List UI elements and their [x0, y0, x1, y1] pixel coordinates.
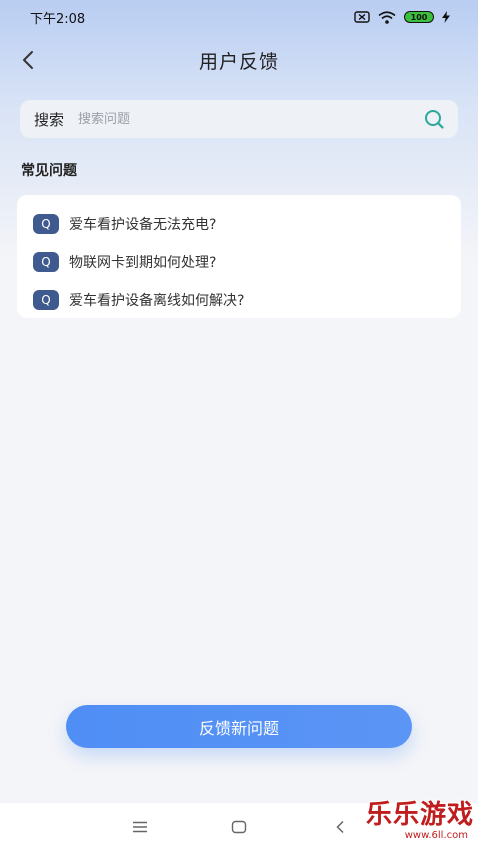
- status-icons: 100: [354, 10, 450, 24]
- faq-item[interactable]: Q 物联网卡到期如何处理?: [33, 243, 445, 281]
- watermark-text: 乐乐游戏: [365, 800, 474, 830]
- status-bar: 下午2:08 100: [0, 0, 478, 34]
- status-time: 下午2:08: [30, 11, 86, 27]
- question-badge-icon: Q: [33, 252, 59, 272]
- watermark-logo: 乐乐游戏 www.6ll.com: [356, 800, 474, 848]
- search-label: 搜索: [34, 110, 65, 129]
- chevron-left-icon: [23, 51, 33, 69]
- faq-section-title: 常见问题: [21, 163, 77, 179]
- faq-item-text: 爱车看护设备无法充电?: [69, 217, 217, 233]
- sim-off-icon: [354, 11, 370, 23]
- question-badge-icon: Q: [33, 214, 59, 234]
- faq-list: Q 爱车看护设备无法充电? Q 物联网卡到期如何处理? Q 爱车看护设备离线如何…: [17, 195, 461, 318]
- faq-item-text: 物联网卡到期如何处理?: [69, 255, 217, 271]
- nav-bar: 用户反馈: [0, 40, 478, 80]
- back-button[interactable]: [14, 46, 42, 74]
- search-input[interactable]: [78, 111, 422, 127]
- search-icon[interactable]: [422, 107, 446, 131]
- watermark-url: www.6ll.com: [404, 830, 468, 841]
- charging-icon: [442, 11, 450, 23]
- search-bar: 搜索: [20, 100, 458, 138]
- page-title: 用户反馈: [198, 50, 279, 73]
- faq-item-text: 爱车看护设备离线如何解决?: [69, 293, 245, 309]
- back-nav-icon[interactable]: [328, 815, 352, 839]
- battery-icon: 100: [404, 11, 434, 23]
- faq-item[interactable]: Q 爱车看护设备无法充电?: [33, 205, 445, 243]
- menu-icon[interactable]: [128, 815, 152, 839]
- question-badge-icon: Q: [33, 290, 59, 310]
- wifi-icon: [378, 10, 396, 24]
- new-feedback-button[interactable]: 反馈新问题: [66, 705, 412, 748]
- home-icon[interactable]: [227, 815, 251, 839]
- faq-item[interactable]: Q 爱车看护设备离线如何解决?: [33, 281, 445, 319]
